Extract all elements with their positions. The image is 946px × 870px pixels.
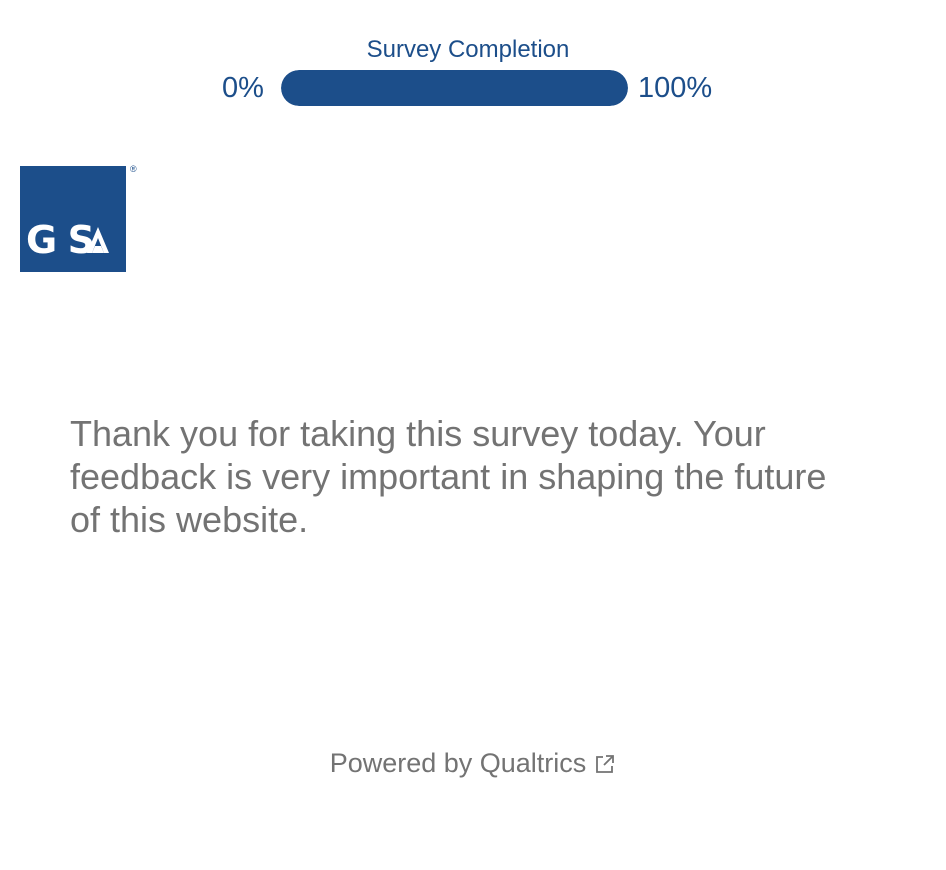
registered-mark: ® (130, 164, 137, 174)
progress-bar (281, 70, 628, 106)
progress-bar-fill (281, 70, 628, 106)
footer: Powered by Qualtrics (0, 748, 946, 779)
gsa-logo: GS (20, 166, 126, 272)
thank-you-message: Thank you for taking this survey today. … (70, 413, 827, 540)
progress-max-label: 100% (638, 72, 713, 104)
progress-row: 0% 100% (0, 70, 946, 106)
gsa-logo-mark: GS (20, 166, 126, 272)
progress-min-label: 0% (222, 72, 264, 104)
progress-title: Survey Completion (366, 36, 570, 63)
powered-by-label: Powered by Qualtrics (329, 748, 587, 778)
external-link-icon (596, 754, 615, 773)
powered-by-qualtrics-link[interactable]: Powered by Qualtrics (330, 748, 617, 779)
